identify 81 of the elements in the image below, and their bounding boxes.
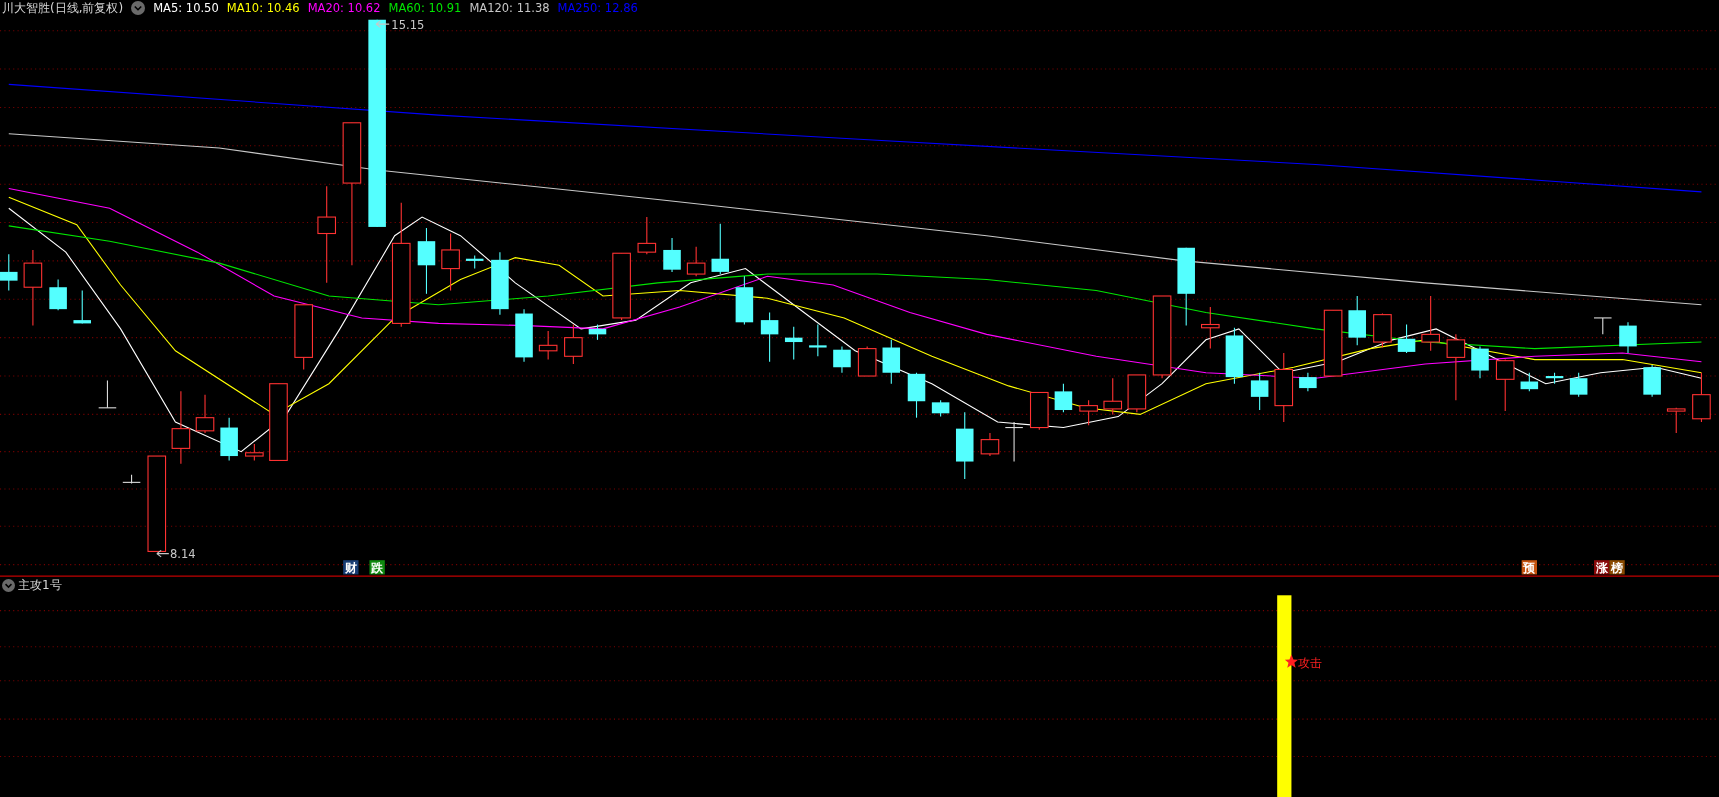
- candlestick: [122, 474, 141, 484]
- candlestick: [220, 417, 238, 461]
- candlestick: [1054, 383, 1073, 413]
- candlestick: [1323, 309, 1343, 377]
- candlestick: [1569, 372, 1588, 398]
- candlestick: [1225, 327, 1244, 385]
- candlestick: [1692, 372, 1711, 423]
- candlestick: [809, 323, 827, 357]
- candlestick: [637, 216, 657, 255]
- candlestick: [1201, 306, 1220, 350]
- indicator-value: MA10: 10.46: [226, 1, 300, 15]
- indicator-value: MA250: 12.86: [557, 1, 638, 15]
- high-price-arrow-icon: [375, 20, 390, 28]
- indicator-value: MA5: 10.50: [153, 1, 219, 15]
- candlestick: [784, 326, 803, 361]
- candlestick: [49, 279, 67, 311]
- candlestick: [833, 345, 851, 374]
- low-price-label: 8.14: [169, 547, 196, 561]
- event-marker: 跌: [369, 560, 385, 576]
- candlestick: [98, 379, 117, 409]
- candlestick: [441, 232, 460, 292]
- candlestick: [663, 237, 681, 273]
- candlestick: [1004, 421, 1024, 463]
- candlestick: [1619, 321, 1637, 354]
- event-marker: 涨: [1594, 560, 1610, 576]
- indicator-value: MA20: 10.62: [307, 1, 381, 15]
- candlestick: [1495, 359, 1515, 412]
- collapse-icon[interactable]: [2, 579, 15, 592]
- candlestick: [711, 223, 730, 275]
- candlestick: [686, 246, 706, 277]
- candlestick: [1348, 295, 1366, 346]
- candlestick: [1103, 377, 1123, 415]
- candlestick: [1545, 372, 1564, 385]
- candlestick: [491, 251, 509, 316]
- event-marker: 财: [343, 560, 359, 576]
- candlestick: [195, 394, 215, 434]
- candlestick: [294, 304, 313, 370]
- candlestick: [955, 411, 974, 480]
- candlestick: [760, 311, 779, 363]
- candlestick: [1079, 399, 1098, 426]
- candlestick: [417, 227, 436, 295]
- candlestick: [1250, 372, 1269, 411]
- candlestick: [857, 345, 877, 377]
- event-marker: 预: [1521, 560, 1537, 576]
- candlestick: [1421, 295, 1440, 352]
- candlestick: [612, 252, 631, 321]
- star-icon: [1284, 654, 1298, 668]
- indicator-title: 主攻1号: [18, 577, 62, 594]
- candlestick: [1471, 345, 1489, 379]
- candlestick: [1127, 374, 1147, 413]
- candlestick: [735, 275, 754, 326]
- candlestick: [73, 289, 91, 324]
- candlestick: [245, 443, 264, 461]
- signal-label: 攻击: [1298, 655, 1322, 670]
- candlestick: [907, 372, 926, 419]
- candlestick: [1397, 323, 1416, 354]
- candlestick: [1593, 317, 1613, 335]
- candlestick: [538, 330, 558, 361]
- candlestick: [465, 254, 484, 270]
- high-price-label: 15.15: [391, 17, 425, 32]
- candlestick: [882, 339, 901, 385]
- candlestick: [1274, 352, 1294, 423]
- candlestick: [564, 323, 583, 365]
- indicator-value: MA120: 11.38: [469, 1, 550, 15]
- collapse-icon[interactable]: [131, 1, 146, 15]
- candlestick: [1643, 364, 1661, 398]
- chart-title: 川大智胜(日线,前复权): [2, 0, 124, 17]
- candlestick: [1520, 372, 1539, 392]
- candlestick: [980, 432, 1000, 457]
- indicator-value: MA60: 10.91: [388, 1, 462, 15]
- candlestick: [931, 399, 950, 418]
- candlestick: [1666, 407, 1686, 434]
- candlestick: [1373, 313, 1392, 349]
- event-marker: 榜: [1609, 560, 1625, 576]
- candlestick: [1029, 391, 1049, 431]
- candlestick: [0, 253, 18, 292]
- low-price-arrow-icon: [156, 549, 170, 558]
- candlestick: [1446, 333, 1466, 401]
- candlestick: [588, 323, 607, 341]
- candlestick: [1299, 372, 1317, 392]
- candlestick: [515, 308, 533, 363]
